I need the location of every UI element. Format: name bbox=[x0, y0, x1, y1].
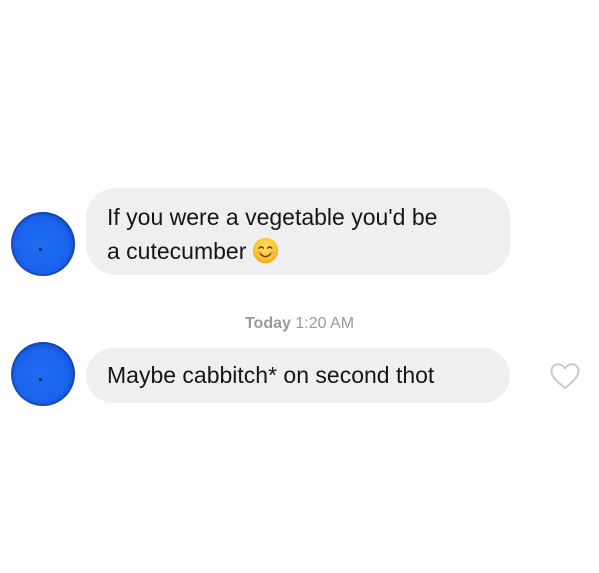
message-thread: If you were a vegetable you'd be a cutec… bbox=[0, 0, 599, 573]
message-text: Maybe cabbitch* on second thot bbox=[107, 362, 435, 388]
message-timestamp: Today 1:20 AM bbox=[0, 314, 599, 334]
timestamp-time: 1:20 AM bbox=[295, 315, 355, 332]
message-text-line: a cutecumber bbox=[107, 234, 490, 268]
message-text-line: If you were a vegetable you'd be bbox=[107, 204, 438, 230]
message-text-line-content: a cutecumber bbox=[107, 238, 247, 264]
timestamp-day: Today bbox=[244, 315, 291, 332]
sender-avatar[interactable] bbox=[11, 342, 75, 406]
message-bubble[interactable]: Maybe cabbitch* on second thot bbox=[86, 348, 510, 403]
heart-outline-icon[interactable] bbox=[549, 362, 581, 390]
sender-avatar[interactable] bbox=[11, 212, 75, 276]
message-bubble[interactable]: If you were a vegetable you'd be a cutec… bbox=[86, 188, 510, 275]
smiling-face-icon bbox=[253, 237, 279, 264]
